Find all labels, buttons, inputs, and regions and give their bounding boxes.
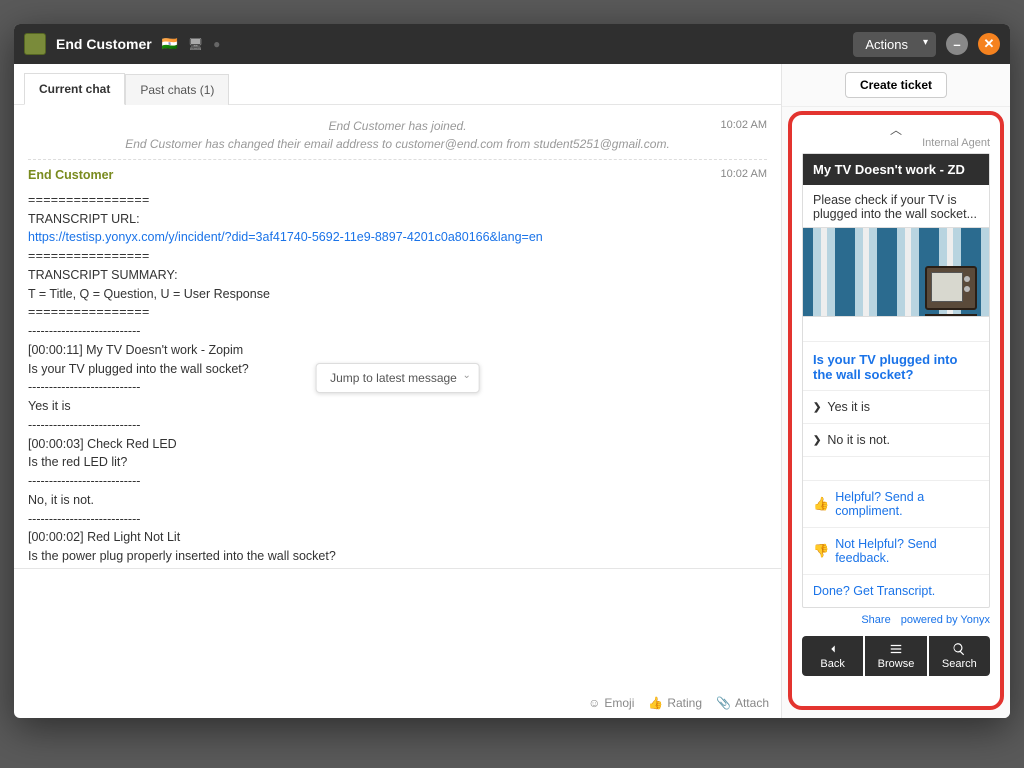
system-joined: End Customer has joined. 10:02 AM xyxy=(28,117,767,135)
jump-to-latest-button[interactable]: Jump to latest message xyxy=(315,363,480,393)
transcript-summary-label: TRANSCRIPT SUMMARY: xyxy=(28,266,767,285)
dash-5: --------------------------- xyxy=(28,510,767,529)
tab-past-chats[interactable]: Past chats (1) xyxy=(125,74,229,105)
kb-done-label: Done? Get Transcript. xyxy=(813,584,935,598)
kb-option-yes-label: Yes it is xyxy=(827,400,870,414)
knowledge-panel: ︿ Internal Agent My TV Doesn't work - ZD… xyxy=(788,111,1004,710)
system-email-change: End Customer has changed their email add… xyxy=(28,135,767,153)
sep-line: ================ xyxy=(28,191,767,210)
kb-helpful-label: Helpful? Send a compliment. xyxy=(835,490,979,518)
create-ticket-row: Create ticket xyxy=(782,64,1010,107)
nav-search-button[interactable]: Search xyxy=(929,636,990,676)
dash-3: --------------------------- xyxy=(28,416,767,435)
divider xyxy=(28,159,767,160)
entry-2-response: No, it is not. xyxy=(28,491,767,510)
tab-current-chat[interactable]: Current chat xyxy=(24,73,125,105)
system-joined-text: End Customer has joined. xyxy=(328,119,466,133)
device-desktop-icon: 🖥 xyxy=(188,37,203,51)
titlebar: End Customer 🇮🇳 🖥 ● Actions – ✕ xyxy=(14,24,1010,64)
kb-not-helpful-label: Not Helpful? Send feedback. xyxy=(835,537,979,565)
chevron-right-icon: ❯ xyxy=(813,402,821,413)
chat-transcript: End Customer has joined. 10:02 AM End Cu… xyxy=(14,105,781,568)
nav-browse-label: Browse xyxy=(878,658,915,670)
nav-back-label: Back xyxy=(820,658,844,670)
kb-not-helpful-link[interactable]: 👎 Not Helpful? Send feedback. xyxy=(803,527,989,574)
customer-avatar xyxy=(24,33,46,55)
actions-dropdown[interactable]: Actions xyxy=(853,32,936,57)
entry-2-title: [00:00:03] Check Red LED xyxy=(28,435,767,454)
tv-illustration xyxy=(925,266,977,310)
list-icon xyxy=(889,642,903,656)
content-area: Current chat Past chats (1) End Customer… xyxy=(14,64,1010,718)
message-header: End Customer 10:02 AM xyxy=(28,166,767,185)
kb-nav: Back Browse Search xyxy=(802,636,990,676)
country-flag-icon: 🇮🇳 xyxy=(162,36,178,52)
kb-blank-row xyxy=(803,456,989,480)
attach-label: Attach xyxy=(735,696,769,710)
agent-label: Internal Agent xyxy=(796,135,996,153)
transcript-legend: T = Title, Q = Question, U = User Respon… xyxy=(28,285,767,304)
rating-label: Rating xyxy=(667,696,702,710)
collapse-caret-icon[interactable]: ︿ xyxy=(796,121,996,135)
create-ticket-button[interactable]: Create ticket xyxy=(845,72,947,98)
thumbs-down-icon: 👎 xyxy=(813,543,829,559)
kb-done-link[interactable]: Done? Get Transcript. xyxy=(803,574,989,607)
chat-modal: End Customer 🇮🇳 🖥 ● Actions – ✕ Current … xyxy=(14,24,1010,718)
composer-actions: ☺ Emoji 👍 Rating 📎 Attach xyxy=(588,696,769,710)
search-icon xyxy=(952,642,966,656)
entry-2-question: Is the red LED lit? xyxy=(28,453,767,472)
entry-1-response: Yes it is xyxy=(28,397,767,416)
browser-icon: ● xyxy=(213,37,220,51)
entry-1-title: [00:00:11] My TV Doesn't work - Zopim xyxy=(28,341,767,360)
dash-1: --------------------------- xyxy=(28,322,767,341)
rating-button[interactable]: 👍 Rating xyxy=(648,696,702,710)
dash-4: --------------------------- xyxy=(28,472,767,491)
kb-option-no-label: No it is not. xyxy=(827,433,890,447)
entry-3-title: [00:00:02] Red Light Not Lit xyxy=(28,528,767,547)
kb-title: My TV Doesn't work - ZD xyxy=(803,154,989,185)
nav-browse-button[interactable]: Browse xyxy=(865,636,926,676)
kb-option-yes[interactable]: ❯ Yes it is xyxy=(803,390,989,423)
chevron-right-icon: ❯ xyxy=(813,435,821,446)
kb-option-no[interactable]: ❯ No it is not. xyxy=(803,423,989,456)
nav-back-button[interactable]: Back xyxy=(802,636,863,676)
thumbs-up-icon: 👍 xyxy=(813,496,829,512)
paperclip-icon: 📎 xyxy=(716,696,731,710)
emoji-icon: ☺ xyxy=(588,696,600,710)
sep-line-2: ================ xyxy=(28,247,767,266)
left-pane: Current chat Past chats (1) End Customer… xyxy=(14,64,782,718)
entry-3-question: Is the power plug properly inserted into… xyxy=(28,547,767,566)
message-time: 10:02 AM xyxy=(721,166,767,185)
message-sender: End Customer xyxy=(28,166,113,185)
attach-button[interactable]: 📎 Attach xyxy=(716,696,769,710)
kb-footer-links: Share powered by Yonyx xyxy=(796,608,996,632)
sep-line-3: ================ xyxy=(28,303,767,322)
thumbs-up-icon: 👍 xyxy=(648,696,663,710)
kb-question: Is your TV plugged into the wall socket? xyxy=(803,341,989,390)
customer-name: End Customer xyxy=(56,36,152,52)
message-composer[interactable]: ☺ Emoji 👍 Rating 📎 Attach xyxy=(14,568,781,718)
kb-helpful-link[interactable]: 👍 Helpful? Send a compliment. xyxy=(803,480,989,527)
right-pane: Create ticket ︿ Internal Agent My TV Doe… xyxy=(782,64,1010,718)
nav-search-label: Search xyxy=(942,658,977,670)
close-button[interactable]: ✕ xyxy=(978,33,1000,55)
chevron-left-icon xyxy=(826,642,840,656)
minimize-button[interactable]: – xyxy=(946,33,968,55)
emoji-button[interactable]: ☺ Emoji xyxy=(588,696,634,710)
powered-by-link[interactable]: powered by Yonyx xyxy=(901,614,990,626)
kb-card: My TV Doesn't work - ZD Please check if … xyxy=(802,153,990,608)
tv-stand-illustration xyxy=(925,310,977,316)
emoji-label: Emoji xyxy=(604,696,634,710)
transcript-url-label: TRANSCRIPT URL: xyxy=(28,210,767,229)
chat-tabs: Current chat Past chats (1) xyxy=(14,64,781,105)
kb-image xyxy=(803,227,989,317)
transcript-url-link[interactable]: https://testisp.yonyx.com/y/incident/?di… xyxy=(28,230,543,244)
share-link[interactable]: Share xyxy=(861,614,890,626)
kb-description: Please check if your TV is plugged into … xyxy=(803,185,989,227)
system-joined-time: 10:02 AM xyxy=(721,117,767,134)
